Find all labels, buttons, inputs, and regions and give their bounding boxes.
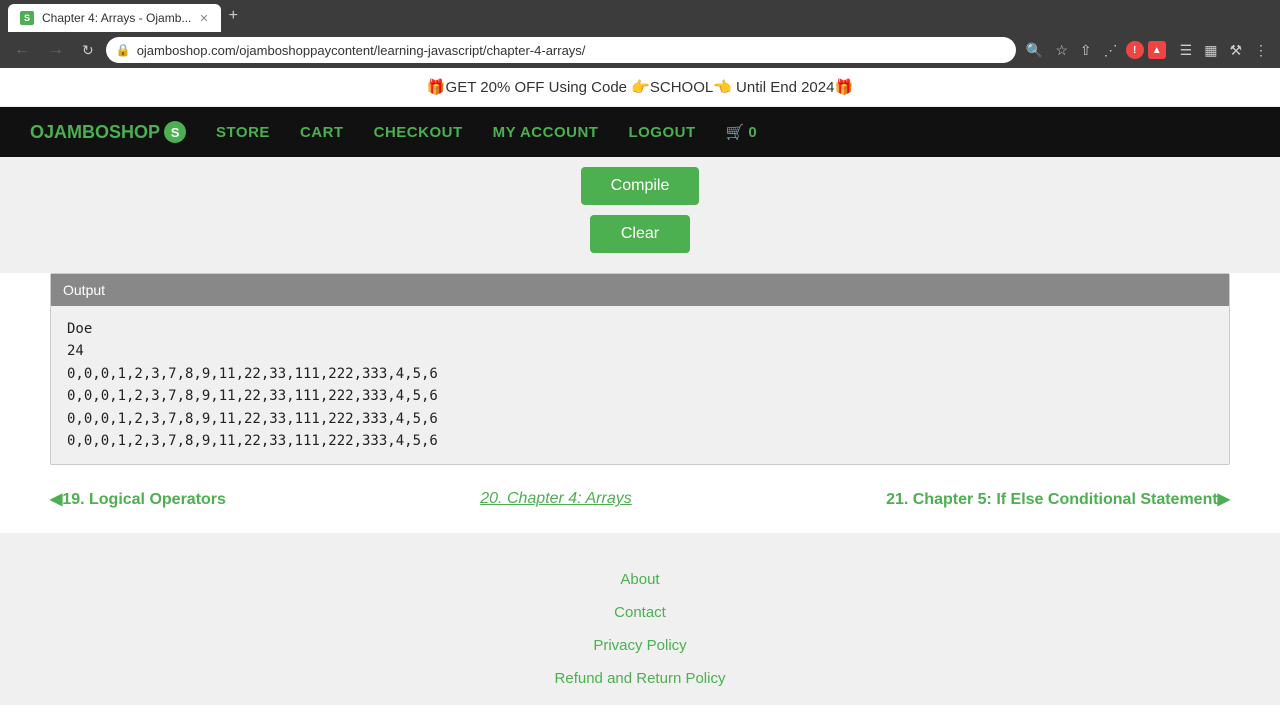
- sidebar-icons: ☰ ▦ ⚒ ⋮: [1176, 38, 1272, 63]
- output-line-5: 0,0,0,1,2,3,7,8,9,11,22,33,111,222,333,4…: [67, 408, 1213, 430]
- secure-icon: 🔒: [116, 43, 131, 57]
- site-nav: OJAMBOSHOP S STORE CART CHECKOUT MY ACCO…: [0, 107, 1280, 157]
- refresh-button[interactable]: ↻: [76, 38, 100, 63]
- cart-count: 0: [748, 124, 756, 141]
- tab-bar: S Chapter 4: Arrays - Ojamb... ✕ +: [0, 0, 1280, 32]
- output-line-6: 0,0,0,1,2,3,7,8,9,11,22,33,111,222,333,4…: [67, 430, 1213, 452]
- nav-logout-link[interactable]: LOGOUT: [628, 124, 695, 141]
- menu-button[interactable]: ⋮: [1250, 38, 1272, 63]
- extension-icon-1[interactable]: !: [1126, 41, 1144, 59]
- nav-checkout-link[interactable]: CHECKOUT: [374, 124, 463, 141]
- tab-title: Chapter 4: Arrays - Ojamb...: [42, 11, 191, 25]
- current-page-link[interactable]: 20. Chapter 4: Arrays: [480, 490, 631, 508]
- site-content: 🎁GET 20% OFF Using Code 👉SCHOOL👈 Until E…: [0, 68, 1280, 705]
- cart-icon: 🛒: [726, 123, 745, 141]
- nav-myaccount-link[interactable]: MY ACCOUNT: [493, 124, 599, 141]
- browser-toolbar: ← → ↻ 🔒 🔍 ☆ ⇧ ⋰ ! ▲ ☰ ▦ ⚒ ⋮: [0, 32, 1280, 68]
- promo-banner: 🎁GET 20% OFF Using Code 👉SCHOOL👈 Until E…: [0, 68, 1280, 107]
- footer-link-refund[interactable]: Refund and Return Policy: [0, 662, 1280, 695]
- output-section: Output Doe 24 0,0,0,1,2,3,7,8,9,11,22,33…: [50, 273, 1230, 465]
- back-button[interactable]: ←: [8, 37, 36, 63]
- output-line-1: Doe: [67, 318, 1213, 340]
- output-body: Doe 24 0,0,0,1,2,3,7,8,9,11,22,33,111,22…: [51, 306, 1229, 464]
- footer-link-privacy[interactable]: Privacy Policy: [0, 629, 1280, 662]
- nav-store-link[interactable]: STORE: [216, 124, 270, 141]
- nav-cart-icon-area[interactable]: 🛒 0: [726, 123, 757, 141]
- bookmark-button[interactable]: ☆: [1051, 38, 1072, 63]
- output-header: Output: [51, 274, 1229, 306]
- page-navigation: ◀19. Logical Operators 20. Chapter 4: Ar…: [0, 465, 1280, 533]
- search-button[interactable]: 🔍: [1022, 38, 1047, 63]
- clear-button[interactable]: Clear: [590, 215, 690, 253]
- output-line-2: 24: [67, 340, 1213, 362]
- split-view[interactable]: ▦: [1200, 38, 1221, 63]
- sidebar-toggle[interactable]: ☰: [1176, 38, 1197, 63]
- extension-icon-2[interactable]: ▲: [1148, 41, 1166, 59]
- nav-cart-link[interactable]: CART: [300, 124, 344, 141]
- new-tab-button[interactable]: +: [221, 7, 246, 25]
- tab-close-button[interactable]: ✕: [199, 12, 208, 25]
- nav-logo-text: OJAMBOSHOP: [30, 122, 160, 143]
- active-tab[interactable]: S Chapter 4: Arrays - Ojamb... ✕: [8, 4, 221, 32]
- footer-link-about[interactable]: About: [0, 563, 1280, 596]
- address-bar-container: 🔒: [106, 37, 1016, 63]
- address-bar[interactable]: [137, 43, 1006, 58]
- tab-favicon: S: [20, 11, 34, 25]
- extensions-button[interactable]: ⚒: [1225, 38, 1246, 63]
- footer-link-contact[interactable]: Contact: [0, 596, 1280, 629]
- output-line-3: 0,0,0,1,2,3,7,8,9,11,22,33,111,222,333,4…: [67, 363, 1213, 385]
- output-line-4: 0,0,0,1,2,3,7,8,9,11,22,33,111,222,333,4…: [67, 385, 1213, 407]
- compile-button[interactable]: Compile: [581, 167, 700, 205]
- prev-page-link[interactable]: ◀19. Logical Operators: [50, 489, 226, 509]
- rss-button[interactable]: ⋰: [1100, 38, 1122, 63]
- toolbar-icons: 🔍 ☆ ⇧ ⋰ ! ▲: [1022, 38, 1166, 63]
- browser-chrome: S Chapter 4: Arrays - Ojamb... ✕ + ← → ↻…: [0, 0, 1280, 68]
- promo-text: 🎁GET 20% OFF Using Code 👉SCHOOL👈 Until E…: [427, 79, 853, 96]
- site-footer: About Contact Privacy Policy Refund and …: [0, 533, 1280, 705]
- share-button[interactable]: ⇧: [1076, 38, 1096, 63]
- forward-button[interactable]: →: [42, 37, 70, 63]
- main-content: Compile Clear Output Doe 24 0,0,0,1,2,3,…: [0, 157, 1280, 533]
- next-page-link[interactable]: 21. Chapter 5: If Else Conditional State…: [886, 489, 1230, 509]
- buttons-area: Compile Clear: [0, 157, 1280, 273]
- nav-logo[interactable]: OJAMBOSHOP S: [30, 121, 186, 143]
- nav-logo-s: S: [164, 121, 186, 143]
